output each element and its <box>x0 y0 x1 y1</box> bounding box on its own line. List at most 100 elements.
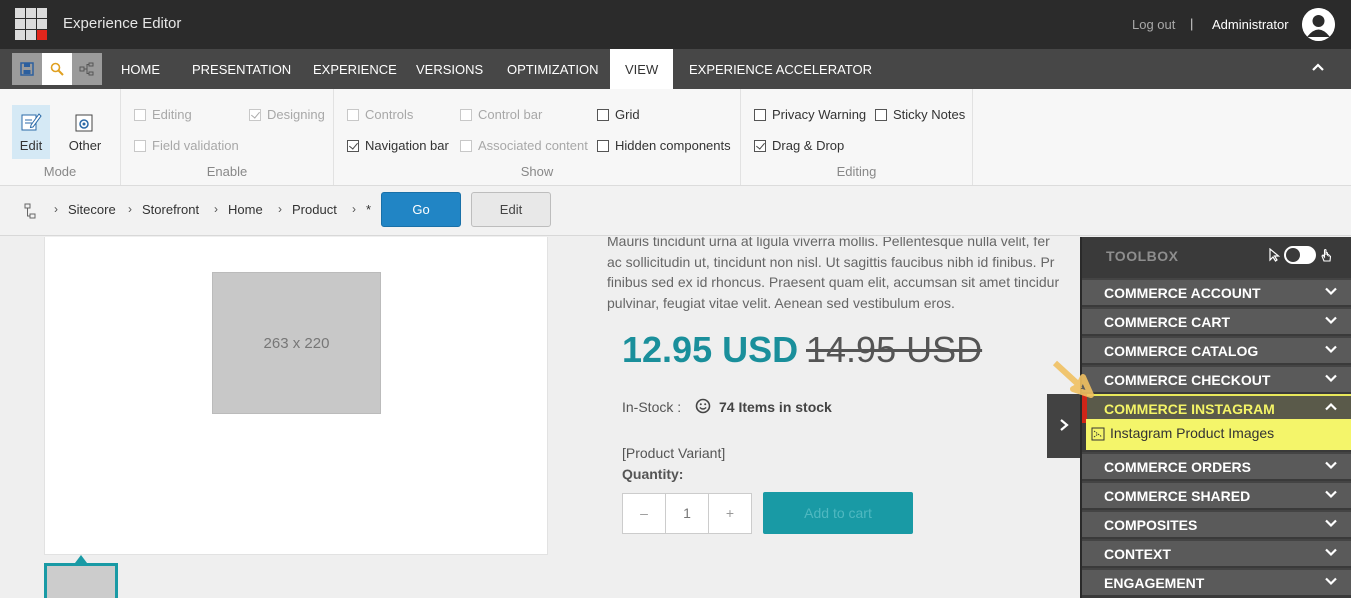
section-label: COMMERCE ORDERS <box>1104 459 1252 475</box>
mode-group-label: Mode <box>43 164 77 179</box>
quantity-decrement-button[interactable]: – <box>623 494 666 533</box>
hidden-components-checkbox[interactable]: Hidden components <box>597 138 731 153</box>
toolbox-section-commerce-catalog[interactable]: COMMERCE CATALOG <box>1082 336 1351 363</box>
add-to-cart-button[interactable]: Add to cart <box>763 492 913 534</box>
designing-label: Designing <box>267 107 325 122</box>
toggle-switch[interactable] <box>1284 246 1316 264</box>
ribbon-group-mode: Edit Other Mode <box>0 89 121 185</box>
tree-icon[interactable] <box>72 53 102 85</box>
field-validation-label: Field validation <box>152 138 239 153</box>
toolbox-panel: TOOLBOX COMMERCE ACCOUNT COMMERCE CART C… <box>1080 237 1351 598</box>
other-icon <box>75 114 93 132</box>
product-variant-placeholder[interactable]: [Product Variant] <box>622 445 725 461</box>
app-title: Experience Editor <box>63 15 182 32</box>
chevron-down-icon <box>1325 548 1337 557</box>
editing-checkbox[interactable]: Editing <box>134 107 192 122</box>
go-button[interactable]: Go <box>381 192 461 227</box>
edit-mode-button[interactable]: Edit <box>12 105 50 159</box>
ribbon-group-editing: Privacy Warning Sticky Notes Drag & Drop… <box>741 89 973 185</box>
tab-optimization[interactable]: OPTIMIZATION <box>507 49 598 89</box>
toolbox-toggle-button[interactable] <box>1047 394 1081 458</box>
toolbox-item-label: Instagram Product Images <box>1110 425 1275 441</box>
quantity-stepper: – 1 + <box>622 493 752 534</box>
section-label: COMPOSITES <box>1104 517 1198 533</box>
separator: | <box>1190 16 1194 31</box>
collapse-ribbon-icon[interactable] <box>1311 60 1325 79</box>
search-icon[interactable] <box>42 53 72 85</box>
description-line: pulvinar, feugiat vitae velit. Aenean se… <box>607 294 955 311</box>
tab-view[interactable]: VIEW <box>610 49 674 89</box>
quantity-increment-button[interactable]: + <box>709 494 751 533</box>
product-old-price: 14.95 USD <box>806 329 983 370</box>
control-bar-label: Control bar <box>478 107 543 122</box>
section-label: COMMERCE CART <box>1104 314 1230 330</box>
toolbox-section-composites[interactable]: COMPOSITES <box>1082 510 1351 537</box>
breadcrumb-wildcard[interactable]: * <box>366 202 371 217</box>
description-line: Mauris tincidunt urna at ligula viverra … <box>607 237 1050 249</box>
designing-checkbox[interactable]: Designing <box>249 107 325 122</box>
section-label: COMMERCE INSTAGRAM <box>1104 401 1275 417</box>
rendering-icon <box>1091 427 1105 441</box>
toolbox-section-context[interactable]: CONTEXT <box>1082 539 1351 566</box>
toolbox-section-commerce-account[interactable]: COMMERCE ACCOUNT <box>1082 278 1351 305</box>
save-icon[interactable] <box>12 53 42 85</box>
tree-structure-icon[interactable] <box>24 203 36 219</box>
chevron-right-icon: › <box>214 202 218 216</box>
toolbox-section-engagement[interactable]: ENGAGEMENT <box>1082 568 1351 595</box>
edit-button[interactable]: Edit <box>471 192 551 227</box>
enable-group-label: Enable <box>206 164 248 179</box>
toolbox-section-commerce-orders[interactable]: COMMERCE ORDERS <box>1082 452 1351 479</box>
product-thumbnail[interactable] <box>44 563 118 598</box>
thumbnail-pointer <box>75 555 87 563</box>
control-bar-checkbox[interactable]: Control bar <box>460 107 542 122</box>
breadcrumb-home[interactable]: Home <box>228 202 263 217</box>
logout-link[interactable]: Log out <box>1132 17 1175 32</box>
chevron-down-icon <box>1325 374 1337 383</box>
sticky-notes-checkbox[interactable]: Sticky Notes <box>875 107 965 122</box>
toolbox-section-commerce-cart[interactable]: COMMERCE CART <box>1082 307 1351 334</box>
description-line: finibus sed ex id rhoncus. Praesent quam… <box>607 274 1060 290</box>
toolbox-section-commerce-shared[interactable]: COMMERCE SHARED <box>1082 481 1351 508</box>
user-name[interactable]: Administrator <box>1212 17 1289 32</box>
toolbox-item-instagram-product-images[interactable]: Instagram Product Images <box>1086 419 1351 450</box>
privacy-warning-label: Privacy Warning <box>772 107 867 122</box>
navigation-bar: › Sitecore › Storefront › Home › Product… <box>0 186 1351 236</box>
breadcrumb-storefront[interactable]: Storefront <box>142 202 199 217</box>
field-validation-checkbox[interactable]: Field validation <box>134 138 239 153</box>
breadcrumb-product[interactable]: Product <box>292 202 337 217</box>
associated-content-label: Associated content <box>478 138 588 153</box>
ribbon: Edit Other Mode Editing Designing Field … <box>0 89 1351 186</box>
toolbox-mode-switch[interactable] <box>1268 246 1332 264</box>
chevron-down-icon <box>1325 577 1337 586</box>
tab-home[interactable]: HOME <box>121 49 160 89</box>
chevron-down-icon <box>1325 345 1337 354</box>
instock-label: In-Stock : <box>622 399 682 415</box>
section-label: COMMERCE SHARED <box>1104 488 1251 504</box>
tab-versions[interactable]: VERSIONS <box>416 49 483 89</box>
tab-experience[interactable]: EXPERIENCE <box>313 49 397 89</box>
tab-experience-accelerator[interactable]: EXPERIENCE ACCELERATOR <box>689 49 872 89</box>
chevron-right-icon: › <box>128 202 132 216</box>
toolbox-section-commerce-instagram[interactable]: COMMERCE INSTAGRAM <box>1082 394 1351 423</box>
breadcrumb-sitecore[interactable]: Sitecore <box>68 202 116 217</box>
section-label: ENGAGEMENT <box>1104 575 1205 591</box>
privacy-warning-checkbox[interactable]: Privacy Warning <box>754 107 866 122</box>
product-image-panel: 263 x 220 <box>44 237 548 555</box>
grid-checkbox[interactable]: Grid <box>597 107 640 122</box>
chevron-right-icon: › <box>278 202 282 216</box>
associated-content-checkbox[interactable]: Associated content <box>460 138 588 153</box>
product-image-placeholder[interactable]: 263 x 220 <box>212 272 381 414</box>
avatar[interactable] <box>1302 8 1335 41</box>
toolbox-section-commerce-checkout[interactable]: COMMERCE CHECKOUT <box>1082 365 1351 392</box>
drag-drop-checkbox[interactable]: Drag & Drop <box>754 138 844 153</box>
product-price: 12.95 USD <box>622 329 799 370</box>
tab-presentation[interactable]: PRESENTATION <box>192 49 291 89</box>
navigation-bar-checkbox[interactable]: Navigation bar <box>347 138 449 153</box>
ribbon-group-enable: Editing Designing Field validation Enabl… <box>121 89 334 185</box>
section-label: COMMERCE CATALOG <box>1104 343 1259 359</box>
quantity-input[interactable]: 1 <box>666 494 709 533</box>
app-launcher-icon[interactable] <box>15 8 47 40</box>
other-mode-button[interactable]: Other <box>66 105 104 159</box>
controls-checkbox[interactable]: Controls <box>347 107 413 122</box>
toolbox-title: TOOLBOX <box>1106 248 1179 264</box>
